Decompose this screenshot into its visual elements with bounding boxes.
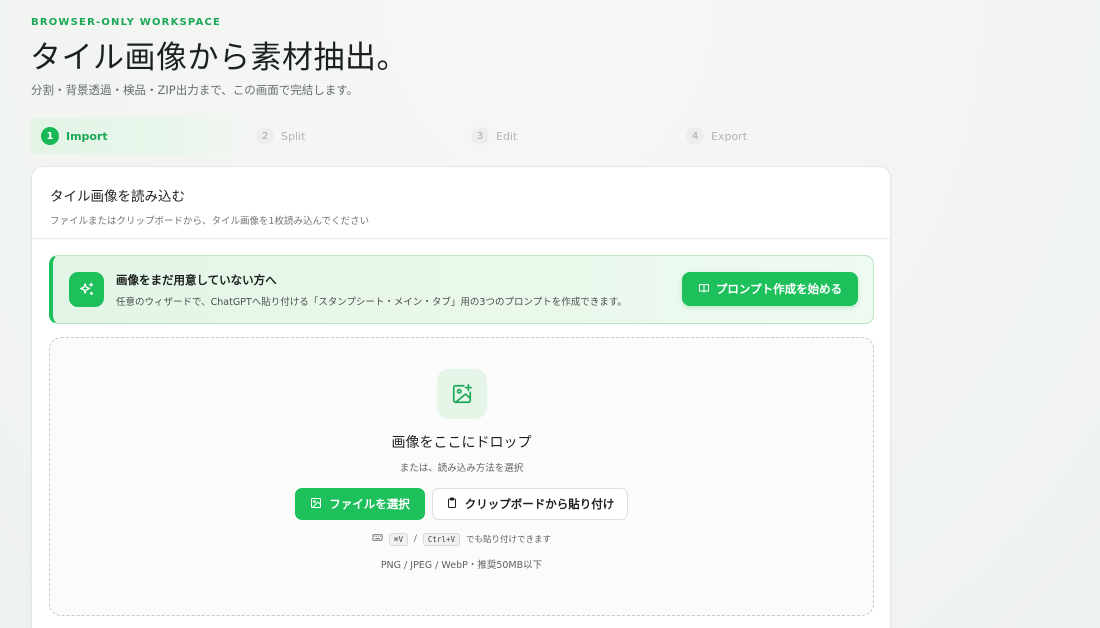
- step-label: Edit: [496, 129, 518, 143]
- supported-formats: PNG / JPEG / WebP・推奨50MB以下: [380, 560, 543, 571]
- step-label: Export: [711, 129, 748, 143]
- paste-shortcut-hint: ⌘V / Ctrl+V でも貼り付けできます: [50, 532, 873, 546]
- step-number: 2: [256, 127, 274, 145]
- start-prompt-button[interactable]: プロンプト作成を始める: [682, 272, 858, 306]
- step-export[interactable]: 4 Export: [676, 118, 891, 154]
- prompt-wizard-banner: 画像をまだ用意していない方へ 任意のウィザードで、ChatGPTへ貼り付ける「ス…: [49, 255, 874, 324]
- step-number: 4: [686, 127, 704, 145]
- import-card: タイル画像を読み込む ファイルまたはクリップボードから、タイル画像を1枚読み込ん…: [31, 166, 891, 628]
- step-number: 1: [41, 127, 59, 145]
- image-dropzone[interactable]: 画像をここにドロップ または、読み込み方法を選択 ファイルを選択 クリップボード…: [49, 337, 874, 616]
- step-edit[interactable]: 3 Edit: [461, 118, 676, 154]
- sparkles-icon: [69, 272, 104, 307]
- banner-description: 任意のウィザードで、ChatGPTへ貼り付ける「スタンプシート・メイン・タブ」用…: [116, 297, 627, 308]
- eyebrow-label: BROWSER-ONLY WORKSPACE: [31, 17, 222, 28]
- page-subtitle: 分割・背景透過・検品・ZIP出力まで、この画面で完結します。: [31, 83, 359, 97]
- step-label: Import: [66, 129, 108, 143]
- dropzone-title: 画像をここにドロップ: [391, 435, 532, 451]
- card-title: タイル画像を読み込む: [50, 189, 185, 205]
- step-label: Split: [281, 129, 306, 143]
- page-title: タイル画像から素材抽出。: [30, 40, 408, 76]
- shortcut-key-mac: ⌘V: [388, 532, 409, 546]
- keyboard-icon: [372, 532, 383, 546]
- start-prompt-label: プロンプト作成を始める: [715, 282, 843, 296]
- select-file-label: ファイルを選択: [329, 497, 410, 511]
- select-file-button[interactable]: ファイルを選択: [295, 488, 425, 520]
- shortcut-key-win: Ctrl+V: [422, 532, 460, 546]
- dropzone-subtitle: または、読み込み方法を選択: [399, 463, 524, 474]
- card-description: ファイルまたはクリップボードから、タイル画像を1枚読み込んでください: [50, 216, 370, 227]
- stepper: 1 Import 2 Split 3 Edit 4 Export: [31, 118, 891, 154]
- step-import[interactable]: 1 Import: [31, 118, 246, 154]
- banner-title: 画像をまだ用意していない方へ: [116, 273, 277, 287]
- shortcut-text: でも貼り付けできます: [465, 535, 551, 545]
- paste-clipboard-button[interactable]: クリップボードから貼り付け: [432, 488, 628, 520]
- step-split[interactable]: 2 Split: [246, 118, 461, 154]
- step-number: 3: [471, 127, 489, 145]
- image-plus-icon: [437, 369, 487, 419]
- shortcut-separator: /: [414, 534, 417, 544]
- clipboard-icon: [446, 497, 458, 512]
- card-header: タイル画像を読み込む ファイルまたはクリップボードから、タイル画像を1枚読み込ん…: [32, 167, 890, 239]
- book-icon: [698, 282, 710, 297]
- paste-clipboard-label: クリップボードから貼り付け: [464, 497, 615, 511]
- image-icon: [310, 497, 322, 512]
